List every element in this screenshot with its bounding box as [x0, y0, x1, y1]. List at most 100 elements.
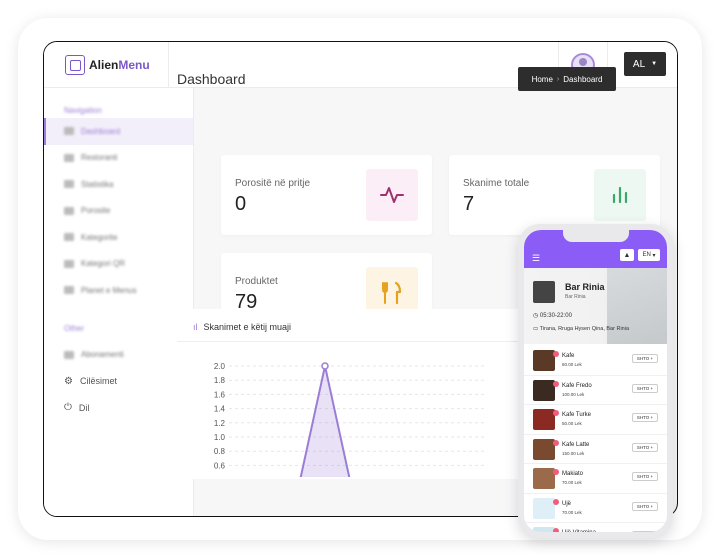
badge-icon — [553, 351, 559, 357]
phone-screen: ☰ ▲ EN ▾ Bar Rinia Bar Rinia ◷ 05:30-22:… — [524, 230, 667, 532]
stat-label: Produktet — [235, 276, 278, 287]
menu-item-name: Kafe Fredo — [562, 382, 592, 389]
menu-item-thumbnail — [533, 409, 555, 430]
stats-icon — [64, 180, 74, 189]
badge-icon — [553, 469, 559, 475]
brand-name-part1: Alien — [89, 58, 119, 72]
language-label: AL — [632, 58, 646, 70]
menu-item-thumbnail — [533, 468, 555, 489]
breadcrumb-current: Dashboard — [563, 74, 603, 84]
add-item-button[interactable]: SHTO + — [632, 354, 658, 363]
brand[interactable]: Alien Menu — [44, 42, 169, 88]
sidebar-item-settings[interactable]: ⚙ Cilësimet — [44, 368, 193, 395]
menu-item-thumbnail — [533, 438, 555, 460]
add-item-button[interactable]: SHTO + — [632, 383, 658, 393]
sidebar-section-other: Other — [64, 323, 85, 333]
add-item-button[interactable]: SHTO + — [632, 413, 658, 422]
sidebar-item-dashboard[interactable]: Dashboard — [44, 118, 193, 145]
bar-chart-icon: ıl — [193, 322, 198, 332]
stat-value: 0 — [235, 193, 247, 215]
data-point[interactable] — [321, 362, 329, 370]
menu-item-price: 50.00 Lek — [562, 421, 582, 426]
y-tick-label: 2.0 — [214, 362, 226, 371]
series-area — [300, 366, 350, 477]
list-item[interactable]: Kafe 60.00 Lek SHTO + — [524, 346, 667, 376]
menu-item-name: Ujë — [562, 500, 572, 507]
map-icon: ▭ — [533, 326, 539, 332]
brand-logo-icon — [65, 55, 85, 75]
stat-card-pending-orders: Porositë në pritje 0 — [221, 155, 432, 235]
menu-item-thumbnail — [533, 379, 555, 401]
list-item[interactable]: Kafe Latte 150.00 Lek SHTO + — [524, 435, 667, 464]
scans-line-chart: 2.0 1.8 1.6 1.4 1.2 1.0 0.8 0.6 — [214, 362, 485, 477]
menu-item-price: 100.00 Lek — [562, 391, 585, 397]
orders-icon — [64, 206, 74, 215]
menu-item-name: Makiato — [562, 471, 584, 477]
add-item-button[interactable]: SHTO + — [632, 472, 658, 481]
list-item[interactable]: Ujë 70.00 Lek SHTO + — [524, 494, 667, 523]
sidebar-item-subscription[interactable]: Abonamenti — [44, 342, 193, 369]
sidebar-item-categories[interactable]: Kategorite — [44, 224, 193, 251]
subscription-icon — [64, 350, 74, 359]
breadcrumb: Home › Dashboard — [518, 67, 616, 91]
badge-icon — [553, 439, 559, 446]
y-tick-label: 0.6 — [214, 461, 226, 470]
menu-item-name: Kafe — [562, 353, 575, 359]
category-icon — [64, 233, 74, 242]
stat-label: Porositë në pritje — [235, 178, 311, 189]
list-item[interactable]: Makiato 70.00 Lek SHTO + — [524, 464, 667, 494]
plan-icon — [64, 286, 74, 295]
restaurant-subtitle: Bar Rinia — [565, 294, 586, 300]
activity-icon — [366, 169, 418, 221]
gear-icon: ⚙ — [64, 375, 73, 387]
list-item[interactable]: Kafe Turke 50.00 Lek SHTO + — [524, 405, 667, 435]
sidebar-item-qr[interactable]: Kategori QR — [44, 251, 193, 278]
language-dropdown[interactable]: AL ▼ — [624, 52, 666, 76]
bell-icon[interactable]: ▲ — [620, 249, 634, 261]
qr-icon — [64, 259, 74, 268]
power-icon: ⏻ — [64, 402, 72, 414]
stat-value: 7 — [463, 193, 475, 215]
add-item-button[interactable]: SHTO + — [632, 501, 658, 511]
badge-icon — [553, 528, 559, 532]
menu-item-name: Kafe Latte — [562, 441, 590, 448]
list-item[interactable]: Ujë Vitamina SHTO + — [524, 523, 667, 532]
sidebar-item-plans[interactable]: Planet e Menus — [44, 277, 193, 304]
sidebar-item-logout[interactable]: ⏻ Dil — [44, 395, 193, 422]
menu-item-list: Kafe 60.00 Lek SHTO + Kafe Fredo 100.00 Lek S… — [524, 346, 667, 532]
y-tick-label: 1.6 — [214, 390, 226, 399]
y-tick-label: 1.0 — [214, 433, 226, 442]
clock-icon: ◷ — [533, 313, 539, 319]
bar-chart-icon — [594, 169, 646, 221]
page-title: Dashboard — [177, 71, 246, 87]
restaurant-address: ▭ Tirana, Rruga Hysen Qina, Bar Rinia — [533, 326, 630, 332]
stat-card-total-scans: Skanime totale 7 — [449, 155, 660, 235]
hero-background-image — [607, 268, 667, 344]
sidebar-item-stats[interactable]: Statistika — [44, 171, 193, 198]
opening-hours: ◷ 05:30-22:00 — [533, 313, 572, 319]
breadcrumb-home[interactable]: Home — [532, 75, 553, 84]
stage: Alien Menu AL ▼ Navigation Dashboard Rest… — [0, 0, 720, 557]
y-tick-label: 0.8 — [214, 447, 226, 456]
sidebar-section-navigation: Navigation — [64, 106, 102, 115]
menu-item-thumbnail — [533, 350, 555, 371]
menu-item-thumbnail — [533, 527, 555, 532]
menu-item-price: 70.00 Lek — [562, 509, 582, 515]
y-tick-label: 1.2 — [214, 419, 226, 428]
phone-language-dropdown[interactable]: EN ▾ — [638, 249, 660, 261]
badge-icon — [553, 410, 559, 416]
sidebar-item-restaurant[interactable]: Restoranti — [44, 145, 193, 172]
add-item-button[interactable]: SHTO + — [632, 531, 658, 532]
brand-name-part2: Menu — [118, 58, 150, 72]
phone-mockup: ☰ ▲ EN ▾ Bar Rinia Bar Rinia ◷ 05:30-22:… — [518, 224, 673, 538]
menu-item-price: 60.00 Lek — [562, 362, 582, 367]
series-line — [299, 365, 351, 477]
chevron-down-icon: ▼ — [651, 61, 658, 67]
hamburger-menu-icon[interactable]: ☰ — [532, 253, 540, 264]
add-item-button[interactable]: SHTO + — [632, 442, 658, 452]
stat-label: Skanime totale — [463, 178, 530, 189]
menu-item-name: Ujë Vitamina — [562, 530, 596, 532]
sidebar-item-orders[interactable]: Porosite — [44, 198, 193, 225]
restaurant-icon — [64, 153, 74, 162]
list-item[interactable]: Kafe Fredo 100.00 Lek SHTO + — [524, 376, 667, 405]
